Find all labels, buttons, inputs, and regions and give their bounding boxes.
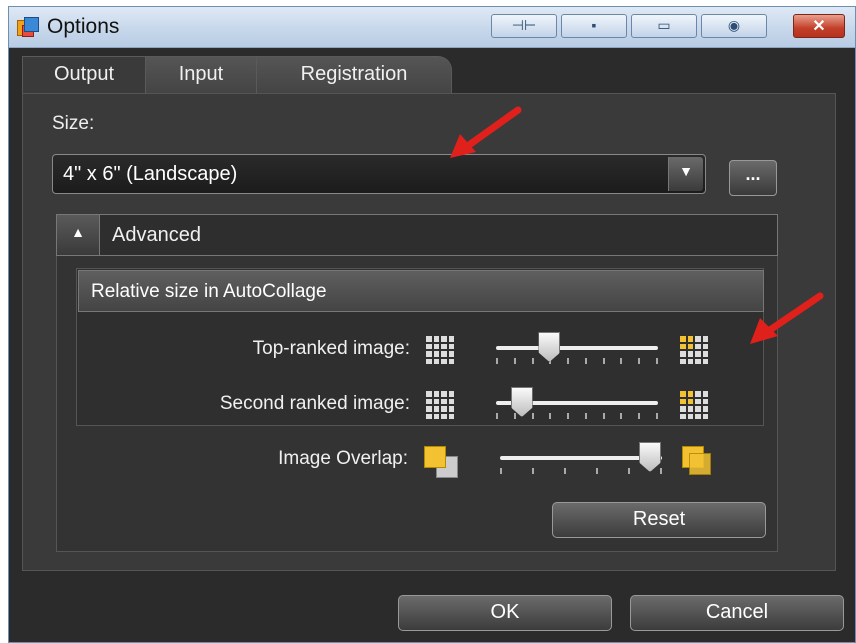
app-icon [17, 17, 39, 37]
high-overlap-icon [682, 446, 716, 476]
size-label: Size: [52, 113, 95, 134]
slider-ticks [500, 468, 662, 474]
tab-registration[interactable]: Registration [256, 56, 452, 94]
restore-icon: ▭ [657, 17, 671, 33]
large-grid-icon [680, 391, 708, 419]
title-bar[interactable]: Options ⊣⊢ ▪ ▭ ◉ ✕ [9, 7, 855, 48]
window-title: Options [47, 15, 120, 38]
relative-size-header: Relative size in AutoCollage [78, 270, 764, 312]
help-icon: ◉ [727, 17, 741, 33]
large-grid-icon [680, 336, 708, 364]
minimize-icon: ▪ [591, 17, 597, 33]
slider-track [500, 456, 662, 460]
advanced-expander[interactable]: ▲ Advanced [56, 214, 778, 256]
minimize-button[interactable]: ▪ [561, 14, 627, 38]
ok-button[interactable]: OK [398, 595, 612, 631]
slider-track [496, 346, 658, 350]
advanced-label: Advanced [112, 224, 201, 246]
slider-ticks [496, 358, 658, 364]
small-grid-icon [426, 336, 454, 364]
help-button[interactable]: ◉ [701, 14, 767, 38]
size-dropdown-arrow[interactable]: ▼ [668, 157, 703, 191]
advanced-toggle[interactable]: ▲ [57, 215, 100, 255]
chevron-down-icon: ▼ [679, 163, 693, 179]
image-overlap-slider[interactable] [500, 442, 662, 482]
pin-icon: ⊣⊢ [511, 17, 537, 33]
close-button[interactable]: ✕ [793, 14, 845, 38]
low-overlap-icon [424, 446, 458, 478]
second-ranked-slider[interactable] [496, 387, 658, 427]
small-grid-icon [426, 391, 454, 419]
top-ranked-label: Top-ranked image: [252, 338, 410, 359]
red-arrow-icon [750, 292, 824, 344]
tab-output[interactable]: Output [22, 56, 146, 94]
reset-button[interactable]: Reset [552, 502, 766, 538]
red-arrow-icon [450, 106, 522, 158]
size-dropdown[interactable]: 4" x 6" (Landscape) ▼ [52, 154, 706, 194]
second-ranked-label: Second ranked image: [219, 393, 410, 414]
relative-size-title: Relative size in AutoCollage [91, 281, 327, 302]
chevron-up-icon: ▲ [71, 224, 85, 240]
cancel-button[interactable]: Cancel [630, 595, 844, 631]
size-selected-value: 4" x 6" (Landscape) [63, 163, 238, 185]
close-icon: ✕ [812, 18, 826, 35]
top-ranked-slider[interactable] [496, 332, 658, 372]
size-more-button[interactable]: ... [729, 160, 777, 196]
tab-input[interactable]: Input [145, 56, 257, 94]
image-overlap-label: Image Overlap: [278, 448, 408, 469]
restore-button[interactable]: ▭ [631, 14, 697, 38]
pin-button[interactable]: ⊣⊢ [491, 14, 557, 38]
